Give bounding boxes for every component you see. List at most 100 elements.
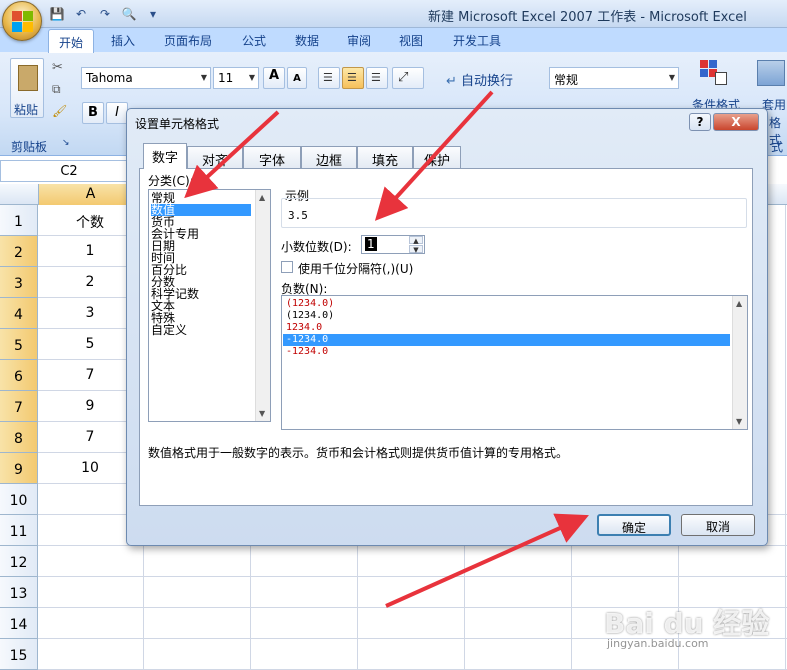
align-top-button[interactable]: ☰ (318, 67, 340, 89)
decimal-places-label: 小数位数(D): (281, 240, 352, 254)
paste-button[interactable]: 粘贴 (10, 58, 44, 118)
gridline (38, 576, 787, 577)
negative-option[interactable]: (1234.0) (286, 310, 334, 322)
row-header-5[interactable]: 5 (0, 329, 38, 360)
font-size-combo[interactable]: 11 ▼ (213, 67, 259, 89)
row-header-2[interactable]: 2 (0, 236, 38, 267)
tab-review[interactable]: 审阅 (347, 32, 371, 49)
decimal-places-value[interactable]: 1 (365, 237, 377, 251)
category-list[interactable]: 常规 数值 货币 会计专用 日期 时间 百分比 分数 科学记数 文本 特殊 自定… (148, 189, 271, 422)
italic-button[interactable]: I (106, 102, 128, 124)
tab-page-layout[interactable]: 页面布局 (164, 32, 212, 49)
tab-developer[interactable]: 开发工具 (453, 32, 501, 49)
redo-icon[interactable]: ↷ (96, 6, 114, 22)
tab-insert[interactable]: 插入 (111, 32, 135, 49)
wrap-text-label: 自动换行 (461, 74, 514, 89)
tab-home[interactable]: 开始 (48, 29, 94, 53)
tab-view[interactable]: 视图 (399, 32, 423, 49)
row-header-9[interactable]: 9 (0, 453, 38, 484)
row-header-4[interactable]: 4 (0, 298, 38, 329)
category-label: 分类(C): (148, 174, 194, 188)
chevron-down-icon: ▼ (200, 73, 207, 82)
cancel-button[interactable]: 取消 (681, 514, 755, 536)
customize-toolbar-icon[interactable]: ▾ (144, 6, 162, 22)
align-middle-button[interactable]: ☰ (342, 67, 364, 89)
clipboard-icon (18, 65, 38, 91)
tab-alignment[interactable]: 对齐 (187, 146, 243, 169)
negative-option[interactable]: 1234.0 (286, 322, 322, 334)
close-button[interactable]: X (713, 113, 759, 131)
name-box[interactable]: C2 (0, 160, 138, 182)
negative-scrollbar[interactable]: ▲ ▼ (732, 296, 747, 429)
row-header-1[interactable]: 1 (0, 205, 38, 236)
office-button[interactable] (2, 1, 42, 41)
row-header-11[interactable]: 11 (0, 515, 38, 546)
orientation-icon: ⤢ (398, 70, 409, 85)
cut-icon[interactable]: ✂ (52, 60, 63, 75)
align-bottom-button[interactable]: ☰ (366, 67, 388, 89)
row-header-6[interactable]: 6 (0, 360, 38, 391)
number-tab-panel: 分类(C): 常规 数值 货币 会计专用 日期 时间 百分比 分数 科学记数 文… (139, 168, 753, 506)
dialog-launcher-icon[interactable]: ↘ (62, 138, 70, 148)
title-bar: 💾 ↶ ↷ 🔍 ▾ 新建 Microsoft Excel 2007 工作表 - … (0, 0, 787, 28)
wrap-text-button[interactable]: ↵ 自动换行 (446, 70, 513, 89)
negative-option[interactable]: (1234.0) (286, 298, 334, 310)
save-icon[interactable]: 💾 (48, 6, 66, 22)
number-format-value: 常规 (554, 73, 579, 87)
tab-protection[interactable]: 保护 (413, 146, 461, 169)
font-name-combo[interactable]: Tahoma ▼ (81, 67, 211, 89)
row-header-8[interactable]: 8 (0, 422, 38, 453)
decimal-places-spinner[interactable]: 1 ▲ ▼ (361, 235, 425, 254)
negative-option[interactable]: -1234.0 (286, 346, 328, 358)
format-painter-icon[interactable]: 🖌 (52, 104, 67, 118)
undo-icon[interactable]: ↶ (72, 6, 90, 22)
tab-formulas[interactable]: 公式 (242, 32, 266, 49)
row-header-12[interactable]: 12 (0, 546, 38, 577)
row-header-3[interactable]: 3 (0, 267, 38, 298)
clipboard-group-label: 剪贴板 (11, 140, 48, 154)
spin-up-icon[interactable]: ▲ (409, 236, 423, 245)
font-size-value: 11 (218, 71, 234, 85)
table-style-icon[interactable] (757, 60, 785, 86)
align-bottom-icon: ☰ (371, 71, 381, 84)
help-button[interactable]: ? (689, 113, 711, 131)
format-description: 数值格式用于一般数字的表示。货币和会计格式则提供货币值计算的专用格式。 (148, 446, 569, 460)
tab-data[interactable]: 数据 (295, 32, 319, 49)
category-item[interactable]: 自定义 (151, 324, 187, 336)
category-scrollbar[interactable]: ▲ ▼ (255, 190, 270, 421)
print-preview-icon[interactable]: 🔍 (120, 6, 138, 22)
negative-option-selected[interactable]: -1234.0 (283, 334, 730, 346)
bold-button[interactable]: B (82, 102, 104, 124)
scroll-up-icon[interactable]: ▲ (736, 299, 742, 308)
orientation-button[interactable]: ⤢ (392, 67, 424, 89)
scroll-down-icon[interactable]: ▼ (259, 409, 265, 418)
number-format-combo[interactable]: 常规 ▼ (549, 67, 679, 89)
copy-icon[interactable]: ⧉ (52, 82, 61, 97)
row-header-15[interactable]: 15 (0, 639, 38, 670)
thousands-separator-checkbox[interactable] (281, 261, 293, 273)
scroll-down-icon[interactable]: ▼ (736, 417, 742, 426)
align-middle-icon: ☰ (347, 71, 357, 84)
negative-numbers-list[interactable]: (1234.0) (1234.0) 1234.0 -1234.0 -1234.0… (281, 295, 748, 430)
wrap-text-icon: ↵ (446, 74, 457, 89)
chevron-down-icon: ▼ (248, 73, 255, 82)
baidu-watermark-url: jingyan.baidu.com (607, 637, 709, 650)
quick-access-toolbar: 💾 ↶ ↷ 🔍 ▾ (48, 5, 162, 23)
tab-fill[interactable]: 填充 (357, 146, 413, 169)
row-header-10[interactable]: 10 (0, 484, 38, 515)
tab-font[interactable]: 字体 (243, 146, 301, 169)
conditional-format-icon[interactable] (700, 60, 728, 86)
row-header-7[interactable]: 7 (0, 391, 38, 422)
style-group-label: 式 (771, 140, 784, 154)
tab-border[interactable]: 边框 (301, 146, 357, 169)
ribbon-tabs: 开始 插入 页面布局 公式 数据 审阅 视图 开发工具 (0, 28, 787, 53)
tab-number[interactable]: 数字 (143, 143, 187, 169)
scroll-up-icon[interactable]: ▲ (259, 193, 265, 202)
row-header-13[interactable]: 13 (0, 577, 38, 608)
shrink-font-button[interactable]: A (287, 67, 307, 89)
spin-down-icon[interactable]: ▼ (409, 245, 423, 254)
ok-button[interactable]: 确定 (597, 514, 671, 536)
sample-box: 3.5 (281, 198, 747, 228)
grow-font-button[interactable]: A (263, 67, 285, 89)
row-header-14[interactable]: 14 (0, 608, 38, 639)
